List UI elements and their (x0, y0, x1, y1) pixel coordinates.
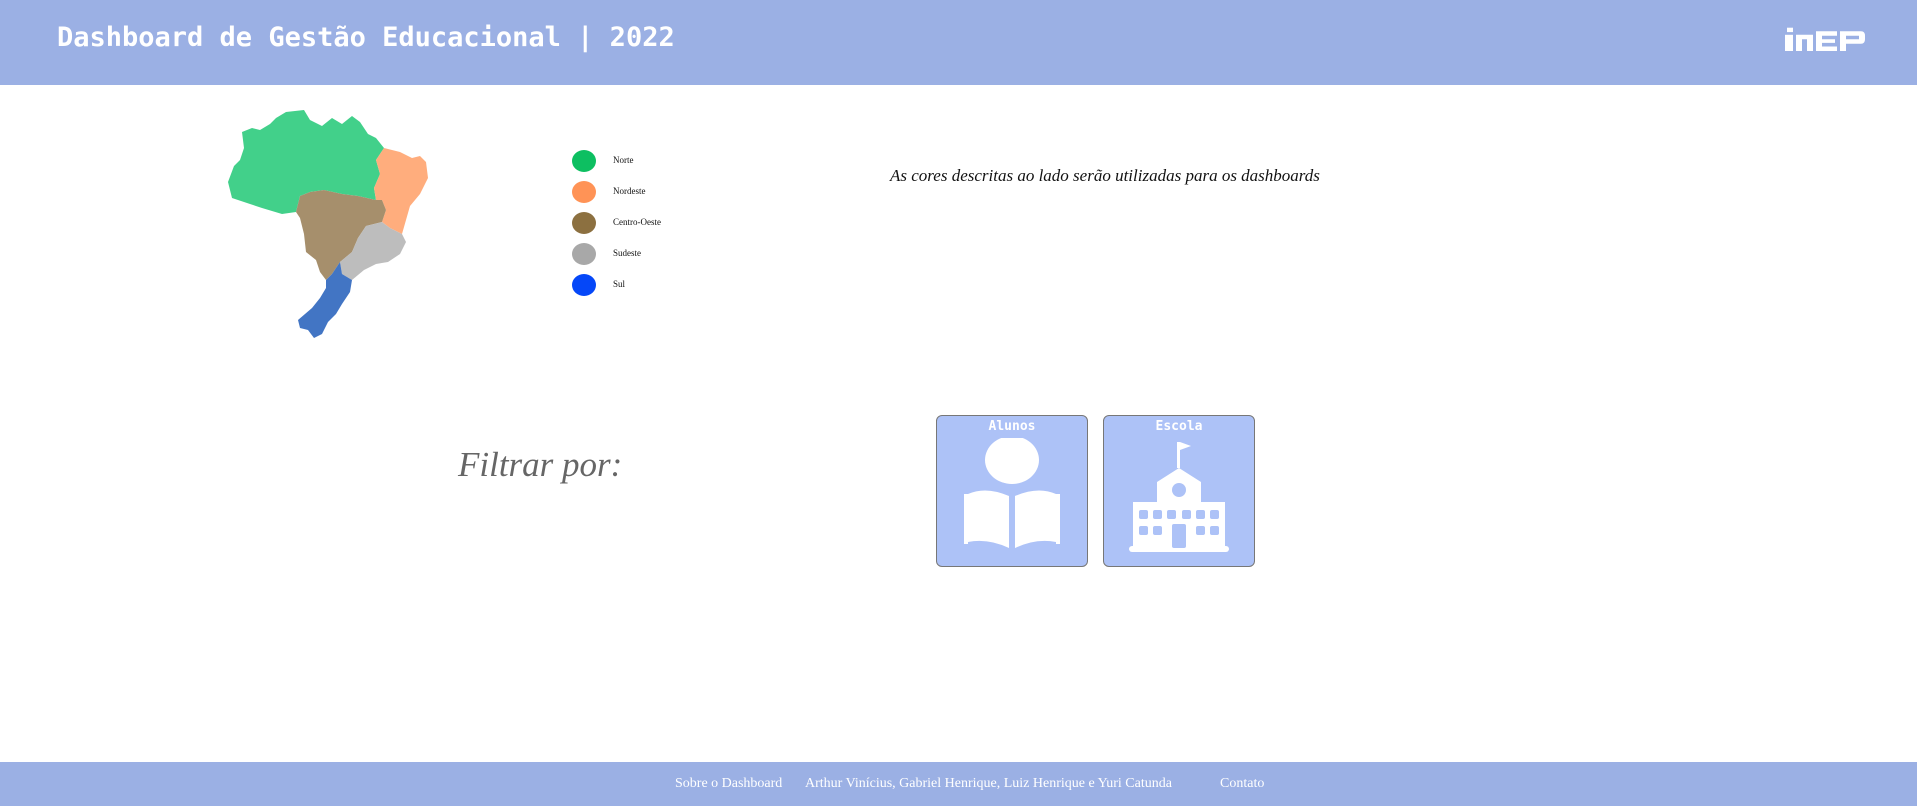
page-title: Dashboard de Gestão Educacional | 2022 (57, 22, 675, 53)
brazil-regions-map (228, 110, 428, 338)
card-title: Alunos (988, 419, 1036, 434)
inep-logo (1785, 27, 1865, 57)
filter-label: Filtrar por: (458, 445, 623, 484)
legend-dot-centro-oeste (572, 212, 596, 234)
legend-dot-sudeste (572, 243, 596, 265)
legend-dot-nordeste (572, 181, 596, 203)
filter-escola-button[interactable]: Escola (1103, 415, 1255, 567)
legend-dot-norte (572, 150, 596, 172)
legend-label: Sudeste (613, 248, 641, 258)
footer-authors: Arthur Vinícius, Gabriel Henrique, Luiz … (805, 776, 1172, 791)
student-reading-icon (964, 438, 1060, 548)
footer-contact-link[interactable]: Contato (1220, 776, 1264, 792)
footer-bar: Sobre o Dashboard Arthur Vinícius, Gabri… (0, 762, 1917, 806)
color-note: As cores descritas ao lado serão utiliza… (890, 166, 1320, 185)
inep-logo-icon (1785, 27, 1865, 51)
legend-label: Sul (613, 279, 626, 289)
legend-label: Norte (613, 155, 634, 165)
card-title: Escola (1155, 419, 1203, 434)
header-bar: Dashboard de Gestão Educacional | 2022 (0, 0, 1917, 85)
footer-about-link[interactable]: Sobre o Dashboard (675, 776, 782, 792)
school-building-icon (1129, 442, 1229, 552)
filter-alunos-button[interactable]: Alunos (936, 415, 1088, 567)
legend-label: Nordeste (613, 186, 646, 196)
legend-dot-sul (572, 274, 596, 296)
legend-label: Centro-Oeste (613, 217, 661, 227)
